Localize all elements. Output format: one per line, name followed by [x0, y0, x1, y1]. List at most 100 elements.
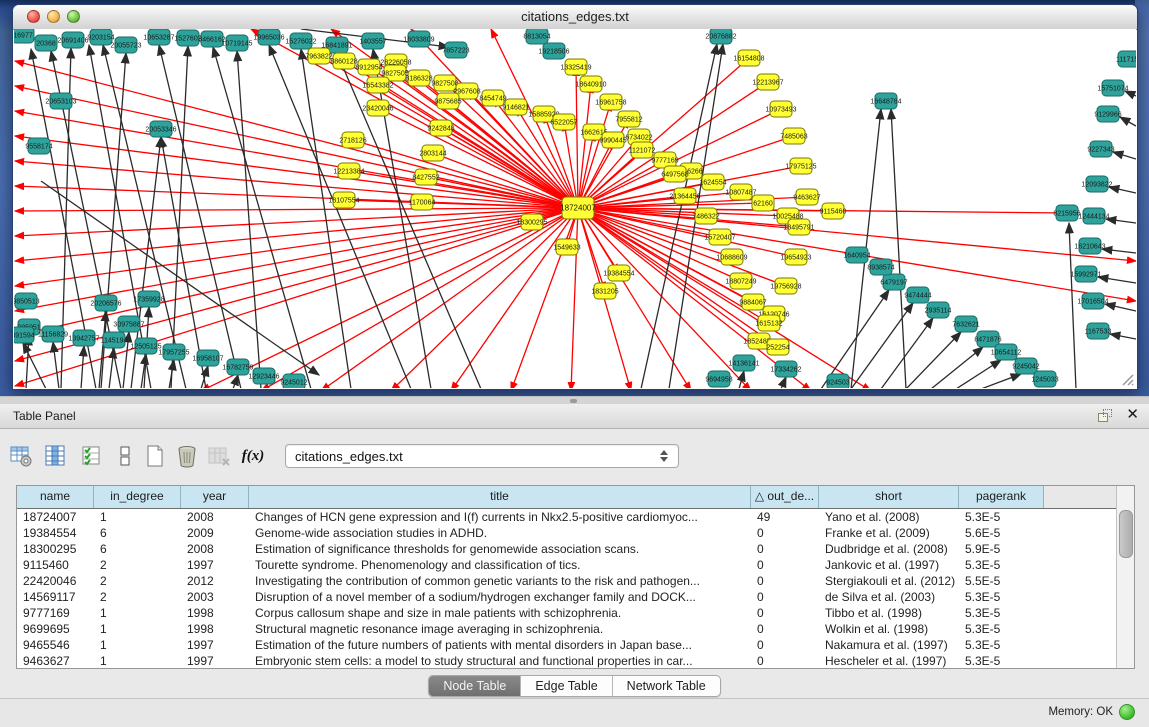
function-builder-icon[interactable]: f(x) — [240, 443, 266, 469]
network-node[interactable]: 16958107 — [192, 350, 223, 366]
table-cell[interactable]: Investigating the contribution of common… — [249, 573, 751, 589]
table-cell[interactable]: Nakamura et al. (1997) — [819, 637, 959, 653]
network-edge[interactable] — [451, 208, 578, 388]
network-node[interactable]: 14136141 — [728, 355, 759, 371]
network-node[interactable]: 16154808 — [733, 50, 764, 66]
network-edge[interactable] — [15, 61, 578, 208]
table-cell[interactable]: Estimation of the future numbers of pati… — [249, 637, 751, 653]
table-selector-dropdown[interactable]: citations_edges.txt — [285, 444, 679, 468]
network-node[interactable]: 17334262 — [770, 361, 801, 377]
network-window-titlebar[interactable]: citations_edges.txt — [13, 5, 1137, 30]
table-cell[interactable]: 6 — [94, 541, 181, 557]
network-node[interactable]: 9242848 — [427, 120, 454, 136]
network-node[interactable]: 6497568 — [661, 166, 688, 182]
table-cell[interactable]: Changes of HCN gene expression and I(f) … — [249, 509, 751, 525]
row-selection-icon[interactable] — [78, 443, 104, 469]
network-node[interactable]: 19218506 — [538, 43, 569, 59]
network-node[interactable]: 20653103 — [45, 93, 76, 109]
network-node[interactable]: 13942757 — [68, 330, 99, 346]
network-node[interactable]: 19384554 — [603, 265, 634, 281]
memory-status-indicator[interactable] — [1119, 704, 1135, 720]
network-node[interactable]: 1245033 — [1031, 371, 1058, 387]
network-node[interactable]: 62160 — [752, 195, 774, 211]
table-cell[interactable]: 2009 — [181, 525, 249, 541]
divider-handle-icon[interactable] — [570, 399, 577, 403]
table-cell[interactable]: 1997 — [181, 653, 249, 669]
table-cell[interactable]: 0 — [751, 525, 819, 541]
table-row[interactable]: 946554611997Estimation of the future num… — [17, 637, 1134, 653]
network-node[interactable]: 1624554 — [699, 174, 726, 190]
network-edge[interactable] — [301, 49, 351, 388]
table-cell[interactable]: Tourette syndrome. Phenomenology and cla… — [249, 557, 751, 573]
network-node[interactable]: 6479197 — [880, 274, 907, 290]
table-row[interactable]: 1456911722003Disruption of a novel membe… — [17, 589, 1134, 605]
table-cell[interactable]: 2003 — [181, 589, 249, 605]
network-node[interactable]: 252254 — [766, 339, 789, 355]
network-node[interactable]: 1117154 — [1116, 51, 1136, 67]
network-node[interactable]: 15720407 — [704, 229, 735, 245]
network-node[interactable]: 18107554 — [328, 192, 359, 208]
network-node[interactable]: 8813054 — [523, 29, 550, 44]
network-edge[interactable] — [981, 374, 1021, 388]
network-edge[interactable] — [15, 208, 578, 211]
row-height-icon[interactable] — [112, 443, 138, 469]
network-node[interactable]: 9990445 — [599, 132, 626, 148]
network-node[interactable]: 12093822 — [1081, 176, 1112, 192]
network-node[interactable]: 9129966 — [1094, 106, 1121, 122]
network-node[interactable]: 16210643 — [1074, 238, 1105, 254]
network-node[interactable]: 9227343 — [1087, 141, 1114, 157]
network-node[interactable]: 9694958 — [705, 371, 732, 387]
table-cell[interactable]: 2 — [94, 557, 181, 573]
network-node[interactable]: 1167533 — [1085, 323, 1112, 339]
network-node[interactable]: 18300295 — [516, 214, 547, 230]
table-cell[interactable]: 2 — [94, 573, 181, 589]
table-cell[interactable]: 0 — [751, 637, 819, 653]
network-edge[interactable] — [1098, 277, 1136, 283]
network-edge[interactable] — [1102, 249, 1136, 253]
resize-grip-icon[interactable] — [1120, 372, 1134, 386]
network-node[interactable]: 1170064 — [409, 194, 436, 210]
network-node[interactable]: 2803144 — [419, 145, 446, 161]
table-row[interactable]: 969969511998Structural magnetic resonanc… — [17, 621, 1134, 637]
network-edge[interactable] — [1109, 187, 1136, 193]
table-cell[interactable]: 1 — [94, 621, 181, 637]
network-node[interactable]: 20368 — [35, 35, 57, 51]
table-cell[interactable]: Estimation of significance thresholds fo… — [249, 541, 751, 557]
network-node[interactable]: 12213384 — [333, 163, 364, 179]
table-cell[interactable]: 1997 — [181, 637, 249, 653]
table-cell[interactable]: 2 — [94, 589, 181, 605]
tab-network-table[interactable]: Network Table — [613, 676, 720, 696]
network-edge[interactable] — [233, 375, 238, 388]
network-edge[interactable] — [15, 208, 578, 336]
network-node[interactable]: 9463627 — [793, 189, 820, 205]
network-edge[interactable] — [1120, 117, 1136, 126]
table-cell[interactable]: 0 — [751, 557, 819, 573]
table-cell[interactable]: 18300295 — [17, 541, 94, 557]
table-cell[interactable]: de Silva et al. (2003) — [819, 589, 959, 605]
network-node[interactable]: 2935114 — [925, 302, 952, 318]
network-node[interactable]: 9245012 — [280, 374, 307, 388]
network-node[interactable]: 8215956 — [1053, 205, 1080, 221]
network-edge[interactable] — [353, 140, 578, 208]
network-node[interactable]: 15751074 — [1097, 80, 1128, 96]
table-row[interactable]: 1830029562008Estimation of significance … — [17, 541, 1134, 557]
table-cell[interactable]: Franke et al. (2009) — [819, 525, 959, 541]
network-node[interactable]: 16033809 — [403, 31, 434, 47]
tab-node-table[interactable]: Node Table — [429, 676, 521, 696]
table-row[interactable]: 977716911998Corpus callosum shape and si… — [17, 605, 1134, 621]
network-node[interactable]: 19756928 — [770, 278, 801, 294]
network-node[interactable]: 16543382 — [362, 77, 393, 93]
table-cell[interactable]: Stergiakouli et al. (2012) — [819, 573, 959, 589]
table-cell[interactable]: 2012 — [181, 573, 249, 589]
network-node[interactable]: 1121072 — [629, 142, 656, 158]
network-node[interactable]: 30975887 — [113, 316, 144, 332]
table-row[interactable]: 1872400712008Changes of HCN gene express… — [17, 509, 1134, 525]
network-node[interactable]: 17359928 — [133, 291, 164, 307]
network-node[interactable]: 17975125 — [785, 158, 816, 174]
network-node[interactable]: 7857223 — [442, 42, 469, 58]
network-node[interactable]: 7632621 — [952, 316, 979, 332]
table-cell[interactable]: 14569117 — [17, 589, 94, 605]
table-cell[interactable]: 5.3E-5 — [959, 509, 1044, 525]
table-cell[interactable]: 5.3E-5 — [959, 637, 1044, 653]
table-cell[interactable]: 5.3E-5 — [959, 557, 1044, 573]
